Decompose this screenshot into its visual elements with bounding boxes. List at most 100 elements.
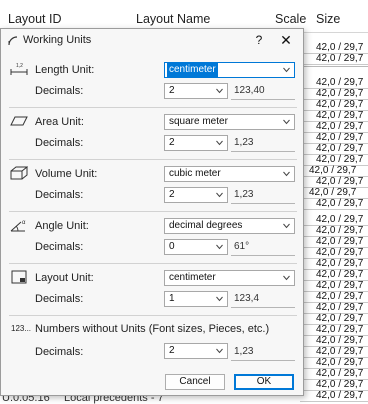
volume-example-underline bbox=[231, 203, 295, 204]
chevron-down-icon bbox=[216, 192, 223, 198]
size-cell: 42,0 / 29,7 bbox=[316, 214, 364, 225]
size-cell: 42,0 / 29,7 bbox=[316, 121, 364, 132]
angle-example-underline bbox=[231, 255, 295, 256]
area-unit-value: square meter bbox=[169, 116, 228, 127]
chevron-down-icon bbox=[216, 140, 223, 146]
layout-decimals-label: Decimals: bbox=[35, 293, 84, 305]
size-cell: 42,0 / 29,7 bbox=[316, 143, 364, 154]
angle-unit-value: decimal degrees bbox=[169, 220, 243, 231]
area-decimals-value: 2 bbox=[169, 137, 175, 148]
size-cell: 42,0 / 29,7 bbox=[309, 187, 357, 198]
volume-unit-icon bbox=[10, 166, 28, 180]
size-cell: 42,0 / 29,7 bbox=[316, 357, 364, 368]
chevron-down-icon bbox=[283, 275, 290, 281]
close-button[interactable]: ✕ bbox=[277, 31, 295, 49]
size-cell: 42,0 / 29,7 bbox=[316, 302, 364, 313]
size-cell: 42,0 / 29,7 bbox=[316, 42, 364, 53]
numbers-icon-text: 123... bbox=[11, 324, 32, 333]
layout-unit-icon bbox=[11, 270, 27, 284]
size-cell: 42,0 / 29,7 bbox=[316, 335, 364, 346]
length-example-value: 123,40 bbox=[234, 85, 265, 96]
table-row[interactable]: 42,0 / 29,7 bbox=[300, 198, 368, 210]
column-header-layout-id[interactable]: Layout ID bbox=[8, 12, 62, 26]
section-divider bbox=[9, 211, 297, 212]
length-example-underline bbox=[231, 99, 295, 100]
length-unit-select[interactable]: centimeter bbox=[164, 62, 295, 78]
length-decimals-select[interactable]: 2 bbox=[164, 83, 228, 99]
layout-example-underline bbox=[231, 307, 295, 308]
area-unit-select[interactable]: square meter bbox=[164, 114, 295, 130]
layout-decimals-select[interactable]: 1 bbox=[164, 291, 228, 307]
section-divider bbox=[9, 315, 297, 316]
layout-example-value: 123,4 bbox=[234, 293, 260, 304]
volume-unit-label: Volume Unit: bbox=[35, 168, 98, 180]
size-cell: 42,0 / 29,7 bbox=[316, 368, 364, 379]
svg-text:1,2: 1,2 bbox=[16, 63, 23, 69]
area-decimals-select[interactable]: 2 bbox=[164, 135, 228, 151]
table-row[interactable]: 42,0 / 29,7 bbox=[300, 390, 368, 402]
section-divider bbox=[9, 107, 297, 108]
numbers-label: Numbers without Units (Font sizes, Piece… bbox=[35, 323, 270, 335]
chevron-down-icon bbox=[216, 88, 223, 94]
numbers-example-underline bbox=[231, 360, 295, 361]
dialog-titlebar[interactable]: Working Units ? ✕ bbox=[1, 29, 303, 51]
volume-decimals-label: Decimals: bbox=[35, 189, 84, 201]
help-button[interactable]: ? bbox=[251, 32, 267, 48]
volume-unit-select[interactable]: cubic meter bbox=[164, 166, 295, 182]
size-cell: 42,0 / 29,7 bbox=[316, 379, 364, 390]
ok-button[interactable]: OK bbox=[234, 374, 294, 390]
size-cell: 42,0 / 29,7 bbox=[316, 154, 364, 165]
angle-decimals-select[interactable]: 0 bbox=[164, 239, 228, 255]
angle-unit-icon: α bbox=[10, 220, 26, 232]
size-cell: 42,0 / 29,7 bbox=[316, 313, 364, 324]
working-units-dialog: Working Units ? ✕ 1,2 Length Unit: centi… bbox=[0, 28, 304, 396]
cancel-button[interactable]: Cancel bbox=[165, 374, 225, 390]
area-example-underline bbox=[231, 151, 295, 152]
size-cell: 42,0 / 29,7 bbox=[316, 77, 364, 88]
chevron-down-icon bbox=[283, 67, 290, 73]
size-cell: 42,0 / 29,7 bbox=[316, 269, 364, 280]
volume-unit-value: cubic meter bbox=[169, 168, 221, 179]
angle-unit-label: Angle Unit: bbox=[35, 220, 89, 232]
length-unit-value: centimeter bbox=[167, 63, 218, 77]
chevron-down-icon bbox=[283, 171, 290, 177]
layout-unit-select[interactable]: centimeter bbox=[164, 270, 295, 286]
size-cell: 42,0 / 29,7 bbox=[316, 176, 364, 187]
size-cell: 42,0 / 29,7 bbox=[316, 280, 364, 291]
size-cell: 42,0 / 29,7 bbox=[316, 99, 364, 110]
column-header-layout-name[interactable]: Layout Name bbox=[136, 12, 210, 26]
length-unit-label: Length Unit: bbox=[35, 64, 95, 76]
size-cell: 42,0 / 29,7 bbox=[316, 110, 364, 121]
svg-text:α: α bbox=[22, 220, 26, 226]
area-unit-label: Area Unit: bbox=[35, 116, 84, 128]
numbers-decimals-select[interactable]: 2 bbox=[164, 343, 228, 359]
angle-unit-select[interactable]: decimal degrees bbox=[164, 218, 295, 234]
layout-unit-label: Layout Unit: bbox=[35, 272, 94, 284]
length-unit-icon: 1,2 bbox=[10, 63, 28, 75]
chevron-down-icon bbox=[216, 244, 223, 250]
size-cell: 42,0 / 29,7 bbox=[316, 225, 364, 236]
size-cell: 42,0 / 29,7 bbox=[316, 132, 364, 143]
row-divider bbox=[300, 66, 368, 67]
chevron-down-icon bbox=[283, 119, 290, 125]
volume-decimals-value: 2 bbox=[169, 189, 175, 200]
size-cell: 42,0 / 29,7 bbox=[316, 390, 364, 401]
dialog-title: Working Units bbox=[23, 34, 92, 46]
size-cell: 42,0 / 29,7 bbox=[316, 88, 364, 99]
numbers-decimals-label: Decimals: bbox=[35, 346, 84, 358]
length-decimals-value: 2 bbox=[169, 85, 175, 96]
size-cell: 42,0 / 29,7 bbox=[316, 346, 364, 357]
column-header-scale[interactable]: Scale bbox=[275, 12, 306, 26]
numbers-decimals-value: 2 bbox=[169, 345, 175, 356]
table-row[interactable]: 42,0 / 29,7 bbox=[300, 53, 368, 65]
chevron-down-icon bbox=[216, 348, 223, 354]
section-divider bbox=[9, 263, 297, 264]
chevron-down-icon bbox=[283, 223, 290, 229]
size-cell: 42,0 / 29,7 bbox=[316, 247, 364, 258]
volume-decimals-select[interactable]: 2 bbox=[164, 187, 228, 203]
angle-decimals-label: Decimals: bbox=[35, 241, 84, 253]
size-cell: 42,0 / 29,7 bbox=[309, 165, 357, 176]
volume-example-value: 1,23 bbox=[234, 189, 254, 200]
column-header-size[interactable]: Size bbox=[316, 12, 340, 26]
size-cell: 42,0 / 29,7 bbox=[316, 291, 364, 302]
